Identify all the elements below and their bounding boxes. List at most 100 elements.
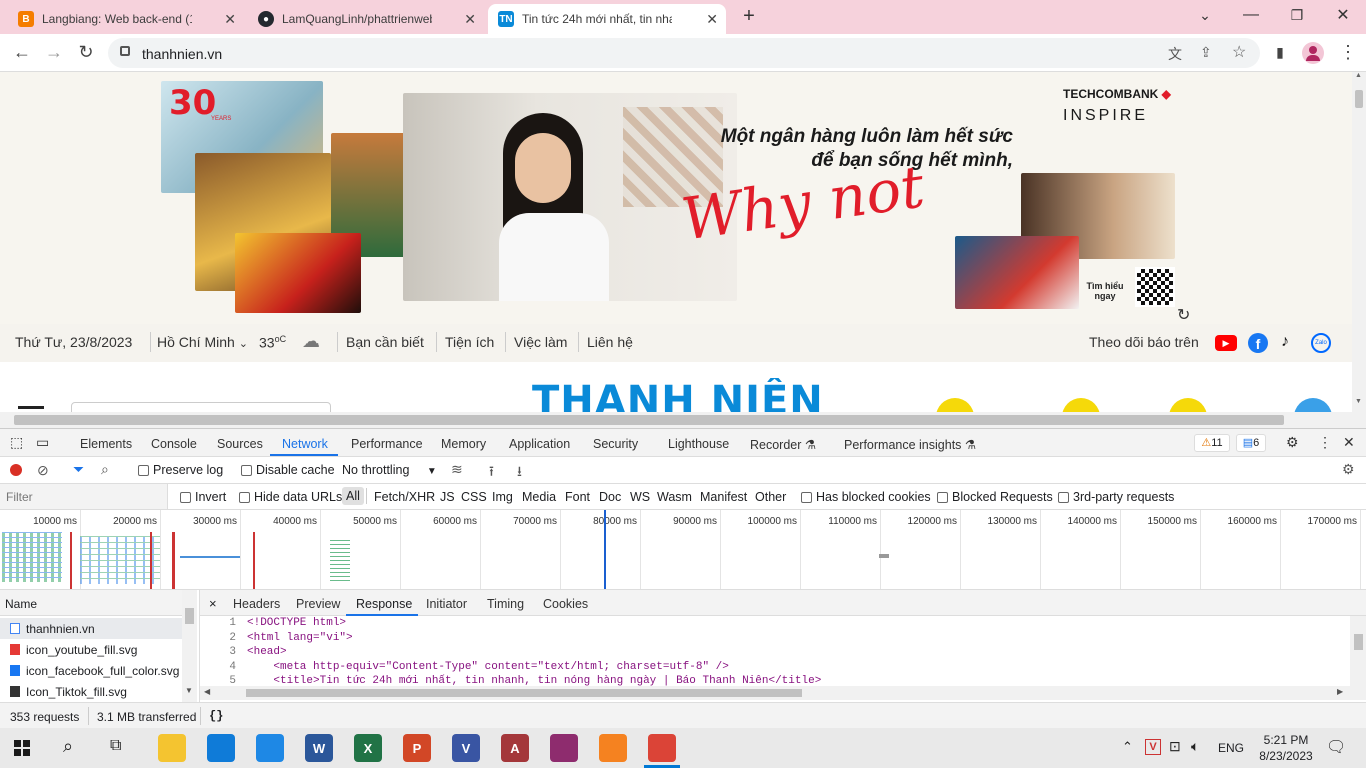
techcombank-ad-banner[interactable]: 30 YEARS TECHCOMBANK ◆ INSPIRE Một ngân … xyxy=(161,81,1191,324)
filter-type-all[interactable]: All xyxy=(342,487,364,505)
notification-center-icon[interactable]: 🗨︎ xyxy=(1326,737,1346,757)
header-circle-icon[interactable] xyxy=(1169,398,1207,412)
tiktok-icon[interactable]: ♪ xyxy=(1281,333,1289,351)
detail-tab-headers[interactable]: Headers xyxy=(233,597,280,611)
code-vertical-scrollbar[interactable] xyxy=(1350,616,1366,686)
share-icon[interactable]: ⇪ xyxy=(1200,44,1212,61)
unikey-icon[interactable]: V xyxy=(1145,739,1161,755)
foxit-icon[interactable] xyxy=(599,734,627,762)
third-party-checkbox[interactable]: 3rd-party requests xyxy=(1058,490,1174,504)
task-view-icon[interactable]: ⧉ xyxy=(110,737,121,755)
tab-thanhnien[interactable]: TN Tin tức 24h mới nhất, tin nhanh, t ✕ xyxy=(488,4,726,34)
page-horizontal-scrollbar[interactable] xyxy=(0,412,1366,428)
address-bar[interactable]: thanhnien.vn 文 ⇪ ☆ xyxy=(108,38,1260,68)
filter-type-other[interactable]: Other xyxy=(755,490,786,504)
filter-input[interactable]: Filter xyxy=(0,484,168,509)
record-icon[interactable] xyxy=(10,464,22,476)
detail-tab-cookies[interactable]: Cookies xyxy=(543,597,588,611)
tab-console[interactable]: Console xyxy=(151,437,197,451)
filter-type-fetch-xhr[interactable]: Fetch/XHR xyxy=(374,490,435,504)
filter-type-manifest[interactable]: Manifest xyxy=(700,490,747,504)
file-explorer-icon[interactable] xyxy=(158,734,186,762)
filter-type-media[interactable]: Media xyxy=(522,490,556,504)
zalo-icon[interactable]: Zalo xyxy=(1311,333,1331,353)
visio-icon[interactable]: V xyxy=(452,734,480,762)
language-indicator[interactable]: ENG xyxy=(1218,741,1244,755)
pretty-print-button[interactable]: {} xyxy=(209,709,223,723)
more-options-icon[interactable]: ⋮ xyxy=(1318,434,1332,451)
excel-icon[interactable]: X xyxy=(354,734,382,762)
detail-tab-preview[interactable]: Preview xyxy=(296,597,340,611)
export-har-icon[interactable]: ⭳ xyxy=(517,461,522,485)
vscode-icon[interactable] xyxy=(256,734,284,762)
powerpoint-icon[interactable]: P xyxy=(403,734,431,762)
messages-badge[interactable]: ▤6 xyxy=(1236,434,1266,452)
close-tab-icon[interactable]: ✕ xyxy=(464,11,476,28)
tab-recorder[interactable]: Recorder ⚗ xyxy=(750,437,816,452)
new-tab-button[interactable]: + xyxy=(738,5,760,27)
city-selector[interactable]: Hồ Chí Minh ⌄ xyxy=(157,334,248,350)
response-code-viewer[interactable]: 1 <!DOCTYPE html> 2 <html lang="vi"> 3 <head>… xyxy=(200,616,1350,686)
volume-icon[interactable]: 🔈︎ xyxy=(1191,738,1199,755)
throttling-select[interactable]: No throttling ▼ xyxy=(342,463,437,477)
header-circle-icon[interactable] xyxy=(1062,398,1100,412)
warnings-badge[interactable]: ⚠11 xyxy=(1194,434,1230,452)
inspect-element-icon[interactable]: ⬚ xyxy=(10,434,23,451)
filter-type-font[interactable]: Font xyxy=(565,490,590,504)
nav-link-viec-lam[interactable]: Việc làm xyxy=(514,334,567,350)
site-logo[interactable]: THANH NIÊN xyxy=(532,378,824,412)
request-row[interactable]: icon_facebook_full_color.svg xyxy=(0,660,182,681)
tab-performance[interactable]: Performance xyxy=(351,437,423,451)
name-column-header[interactable]: Name xyxy=(0,590,182,616)
winrar-icon[interactable] xyxy=(550,734,578,762)
network-timeline-overview[interactable]: 10000 ms 20000 ms 30000 ms 40000 ms 50000 ms… xyxy=(0,510,1366,590)
close-detail-icon[interactable]: × xyxy=(209,596,217,611)
tab-application[interactable]: Application xyxy=(509,437,570,451)
request-list-scrollbar[interactable]: ▼ xyxy=(182,590,197,702)
minimize-button[interactable]: — xyxy=(1228,0,1274,30)
chrome-icon[interactable] xyxy=(648,734,676,762)
nav-link-ban-can-biet[interactable]: Bạn cần biết xyxy=(346,334,424,350)
tab-elements[interactable]: Elements xyxy=(80,437,132,451)
request-row[interactable]: Icon_Tiktok_fill.svg xyxy=(0,681,182,702)
network-wifi-icon[interactable]: ⊡ xyxy=(1169,738,1181,755)
request-row[interactable]: icon_youtube_fill.svg xyxy=(0,639,182,660)
close-devtools-icon[interactable]: ✕ xyxy=(1343,434,1355,451)
nav-link-lien-he[interactable]: Liên hệ xyxy=(587,334,633,350)
word-icon[interactable]: W xyxy=(305,734,333,762)
clear-icon[interactable]: ⊘ xyxy=(37,462,49,479)
tab-github[interactable]: ● LamQuangLinh/phattrienweb.io ✕ xyxy=(248,4,484,34)
forward-button[interactable]: → xyxy=(40,38,68,66)
import-har-icon[interactable]: ⭱ xyxy=(489,461,494,485)
edge-icon[interactable] xyxy=(207,734,235,762)
back-button[interactable]: ← xyxy=(8,38,36,66)
show-hidden-icons-chevron-icon[interactable]: ⌃ xyxy=(1122,739,1133,755)
clock[interactable]: 5:21 PM 8/23/2023 xyxy=(1256,732,1316,764)
settings-gear-icon[interactable]: ⚙ xyxy=(1286,434,1299,451)
access-icon[interactable]: A xyxy=(501,734,529,762)
tab-sources[interactable]: Sources xyxy=(217,437,263,451)
menu-kebab-icon[interactable]: ⋮ xyxy=(1334,38,1362,66)
youtube-icon[interactable]: ▶ xyxy=(1215,335,1237,351)
close-window-button[interactable]: ✕ xyxy=(1320,0,1366,30)
ad-replay-icon[interactable]: ↻ xyxy=(1177,305,1190,325)
device-toolbar-icon[interactable]: ▭ xyxy=(36,434,49,451)
maximize-button[interactable]: ❐ xyxy=(1274,0,1320,30)
tab-security[interactable]: Security xyxy=(593,437,638,451)
header-circle-icon[interactable] xyxy=(936,398,974,412)
filter-funnel-icon[interactable]: ⏷ xyxy=(73,461,84,478)
preserve-log-checkbox[interactable]: Preserve log xyxy=(138,463,223,477)
page-vertical-scrollbar[interactable]: ▲ ▼ xyxy=(1352,72,1366,412)
filter-type-ws[interactable]: WS xyxy=(630,490,650,504)
search-icon[interactable]: ⌕ xyxy=(63,736,73,757)
invert-checkbox[interactable]: Invert xyxy=(180,490,226,504)
blocked-requests-checkbox[interactable]: Blocked Requests xyxy=(937,490,1053,504)
filter-type-img[interactable]: Img xyxy=(492,490,513,504)
tab-langbiang[interactable]: B Langbiang: Web back-end (1) - K ✕ xyxy=(8,4,244,34)
bookmark-star-icon[interactable]: ☆ xyxy=(1232,42,1246,62)
windows-start-icon[interactable] xyxy=(14,740,30,756)
filter-type-doc[interactable]: Doc xyxy=(599,490,621,504)
search-input[interactable] xyxy=(71,402,331,412)
tab-network[interactable]: Network xyxy=(282,437,328,451)
nav-link-tien-ich[interactable]: Tiện ích xyxy=(445,334,494,350)
